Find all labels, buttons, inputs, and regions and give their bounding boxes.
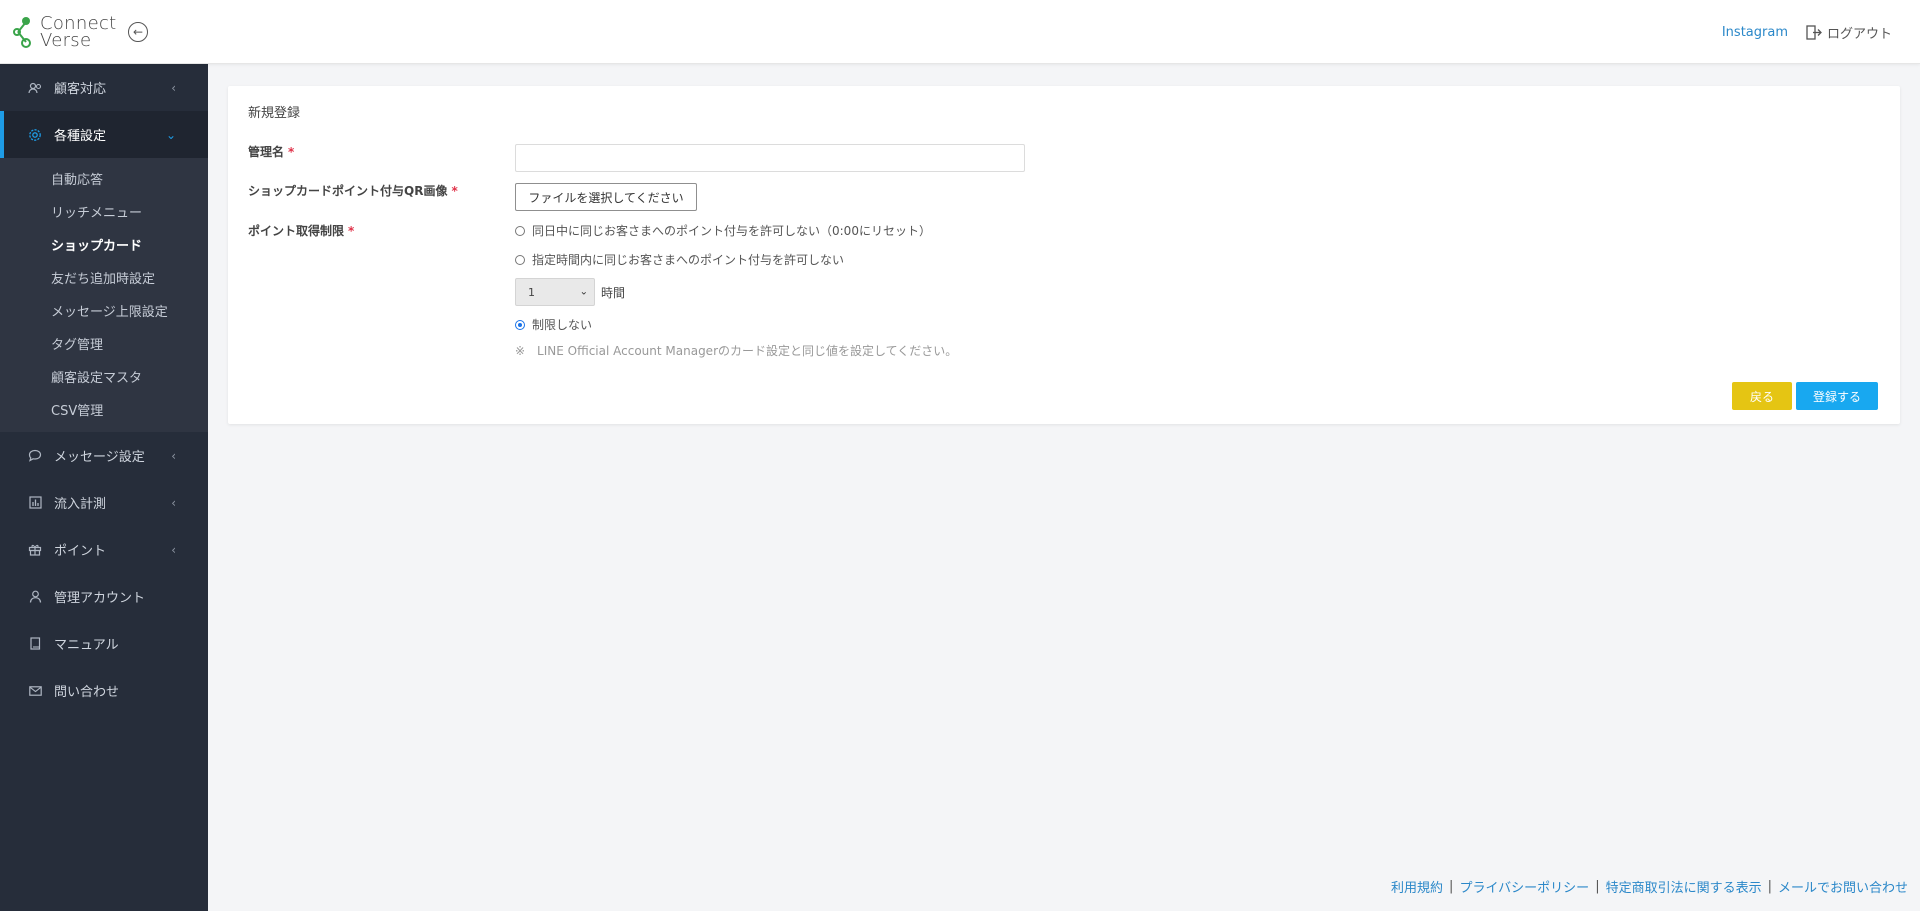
file-select-button[interactable]: ファイルを選択してください	[515, 183, 697, 211]
form-note: ※ LINE Official Account Managerのカード設定と同じ…	[515, 344, 958, 358]
sidebar-item-label: 各種設定	[54, 129, 107, 144]
sidebar-item-admin-account[interactable]: 管理アカウント	[0, 573, 208, 620]
arrow-left-icon: ←	[132, 25, 144, 39]
connectverse-logo[interactable]: Connect Verse	[12, 14, 117, 50]
point-limit-label: ポイント取得制限 *	[248, 222, 354, 239]
gift-icon	[28, 543, 42, 557]
qr-image-label-text: ショップカードポイント付与QR画像	[248, 184, 448, 198]
footer-links: 利用規約 | プライバシーポリシー | 特定商取引法に関する表示 | メールでお…	[1391, 877, 1908, 896]
footer-link-email-contact[interactable]: メールでお問い合わせ	[1778, 877, 1908, 896]
book-icon	[28, 637, 42, 651]
footer-link-commerce-law[interactable]: 特定商取引法に関する表示	[1606, 877, 1762, 896]
hour-setting: 1 ⌄ 時間	[515, 278, 625, 306]
footer-separator: |	[1595, 879, 1600, 894]
submenu-customer-master[interactable]: 顧客設定マスタ	[0, 360, 208, 393]
sidebar-item-contact[interactable]: 問い合わせ	[0, 667, 208, 714]
sidebar-item-settings[interactable]: 各種設定 ⌄	[0, 111, 208, 158]
chat-icon	[28, 449, 42, 463]
submit-button[interactable]: 登録する	[1796, 382, 1878, 410]
footer-separator: |	[1449, 879, 1454, 894]
hour-select[interactable]: 1 ⌄	[515, 278, 595, 306]
hour-select-value: 1	[528, 285, 535, 299]
submenu-tag-management[interactable]: タグ管理	[0, 327, 208, 360]
instagram-link[interactable]: Instagram	[1722, 25, 1788, 40]
option-no-limit[interactable]: 制限しない	[515, 316, 592, 333]
back-button[interactable]: 戻る	[1732, 382, 1792, 410]
logout-icon	[1806, 25, 1822, 40]
sidebar-item-manual[interactable]: マニュアル	[0, 620, 208, 667]
sidebar-item-message-settings[interactable]: メッセージ設定 ‹	[0, 432, 208, 479]
submenu-message-limit[interactable]: メッセージ上限設定	[0, 294, 208, 327]
option-same-day[interactable]: 同日中に同じお客さまへのポイント付与を許可しない（0:00にリセット）	[515, 222, 931, 239]
registration-card: 新規登録 管理名 * ショップカードポイント付与QR画像 * ファイルを選択してくだ…	[228, 86, 1900, 424]
top-header: Connect Verse ← Instagram ログアウト	[0, 0, 1920, 64]
chevron-left-icon: ‹	[171, 495, 176, 510]
logout-button[interactable]: ログアウト	[1806, 23, 1892, 42]
chevron-left-icon: ‹	[171, 448, 176, 463]
sidebar-item-inflow-measurement[interactable]: 流入計測 ‹	[0, 479, 208, 526]
card-title: 新規登録	[248, 106, 301, 121]
submenu-csv-management[interactable]: CSV管理	[0, 393, 208, 426]
name-input[interactable]	[515, 144, 1025, 172]
required-mark: *	[348, 224, 355, 238]
point-limit-label-text: ポイント取得制限	[248, 224, 345, 238]
gear-icon	[28, 128, 42, 142]
logo-mark-icon	[13, 17, 31, 48]
name-label-text: 管理名	[248, 145, 285, 159]
radio-button[interactable]	[515, 254, 525, 265]
footer-separator: |	[1767, 879, 1772, 894]
chevron-left-icon: ‹	[171, 80, 176, 95]
submenu-rich-menu[interactable]: リッチメニュー	[0, 195, 208, 228]
name-label: 管理名 *	[248, 143, 294, 160]
header-actions: Instagram ログアウト	[1722, 23, 1892, 42]
chevron-left-icon: ‹	[171, 542, 176, 557]
footer-link-terms[interactable]: 利用規約	[1391, 877, 1443, 896]
chevron-down-icon: ⌄	[579, 286, 588, 298]
required-mark: *	[288, 145, 295, 159]
settings-submenu: 自動応答 リッチメニュー ショップカード 友だち追加時設定 メッセージ上限設定 …	[0, 158, 208, 432]
submenu-auto-reply[interactable]: 自動応答	[0, 162, 208, 195]
sidebar-item-label: 問い合わせ	[54, 685, 120, 700]
option-specified-time[interactable]: 指定時間内に同じお客さまへのポイント付与を許可しない	[515, 251, 844, 268]
option-label: 制限しない	[532, 318, 593, 332]
footer-link-privacy[interactable]: プライバシーポリシー	[1459, 877, 1589, 896]
option-label: 同日中に同じお客さまへのポイント付与を許可しない（0:00にリセット）	[532, 224, 931, 238]
sidebar-item-label: 管理アカウント	[54, 591, 146, 606]
option-label: 指定時間内に同じお客さまへのポイント付与を許可しない	[532, 253, 845, 267]
radio-button[interactable]	[515, 225, 525, 236]
sidebar-item-label: メッセージ設定	[54, 450, 145, 465]
submenu-shop-card[interactable]: ショップカード	[0, 228, 208, 261]
chevron-down-icon: ⌄	[165, 127, 176, 142]
user-icon	[28, 590, 42, 604]
bar-chart-icon	[28, 496, 42, 510]
sidebar-item-label: 流入計測	[54, 497, 107, 512]
sidebar: 顧客対応 ‹ 各種設定 ⌄ 自動応答 リッチメニュー ショップカード 友だち追加…	[0, 64, 208, 911]
radio-button-checked[interactable]	[515, 319, 525, 330]
logo-text: Connect Verse	[40, 15, 117, 51]
users-icon	[28, 81, 42, 95]
sidebar-item-points[interactable]: ポイント ‹	[0, 526, 208, 573]
sidebar-item-label: マニュアル	[54, 638, 119, 653]
required-mark: *	[451, 184, 458, 198]
sidebar-item-label: ポイント	[54, 544, 107, 559]
logout-label: ログアウト	[1826, 27, 1892, 42]
sidebar-item-customer-support[interactable]: 顧客対応 ‹	[0, 64, 208, 111]
hour-unit-label: 時間	[601, 285, 626, 300]
qr-image-label: ショップカードポイント付与QR画像 *	[248, 182, 458, 199]
sidebar-collapse-button[interactable]: ←	[128, 22, 148, 42]
logo-line2: Verse	[40, 30, 92, 51]
mail-icon	[28, 684, 42, 698]
submenu-friend-add-settings[interactable]: 友だち追加時設定	[0, 261, 208, 294]
sidebar-item-label: 顧客対応	[54, 82, 107, 97]
